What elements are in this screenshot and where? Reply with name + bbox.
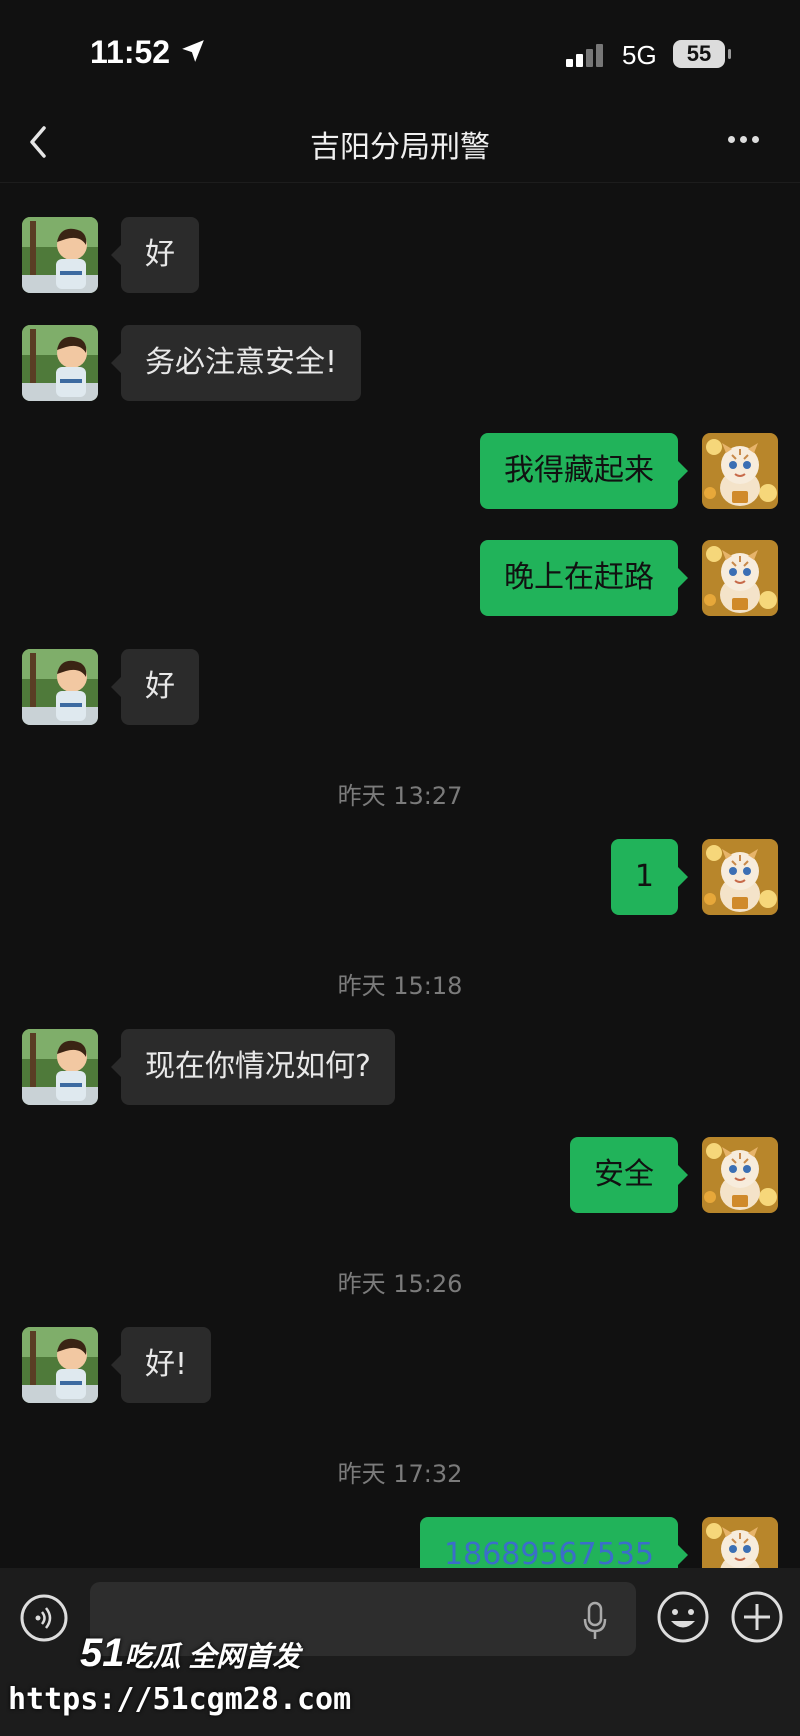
phone-number-link[interactable]: 18689567535 [444,1537,654,1568]
my-avatar[interactable] [702,433,778,509]
incoming-message[interactable]: 好 [111,649,199,725]
outgoing-message[interactable]: 我得藏起来 [480,433,688,509]
my-avatar[interactable] [702,839,778,915]
timestamp: 昨天 15:18 [337,972,463,1000]
outgoing-message[interactable]: 18689567535 [420,1517,688,1568]
signal-icon [566,44,606,67]
contact-avatar[interactable] [22,325,98,401]
microphone-icon[interactable] [582,1601,608,1641]
watermark-text: 吃瓜 全网首发 [124,1641,301,1672]
my-avatar[interactable] [702,540,778,616]
watermark-number: 51 [80,1631,125,1675]
contact-avatar[interactable] [22,649,98,725]
input-bar: 51吃瓜 全网首发 https://51cgm28.com [0,1568,800,1736]
my-avatar[interactable] [702,1137,778,1213]
incoming-message[interactable]: 好! [110,1327,212,1403]
outgoing-message[interactable]: 1 [610,839,689,915]
contact-avatar[interactable] [22,1327,98,1403]
timestamp: 昨天 13:27 [337,782,463,810]
voice-icon[interactable] [20,1594,68,1642]
outgoing-message[interactable]: 安全 [570,1137,688,1213]
incoming-message[interactable]: 务必注意安全! [110,325,362,401]
status-bar: 11:52 5G 55 [0,0,800,100]
chat-header: 吉阳分局刑警 [0,100,800,183]
status-time: 11:52 [90,34,171,70]
network-type: 5G [622,40,657,70]
watermark-url: https://51cgm28.com [8,1682,352,1717]
location-arrow-icon [182,40,204,62]
watermark-brand: 51吃瓜 全网首发 [80,1631,300,1676]
outgoing-message[interactable]: 晚上在赶路 [480,540,688,616]
contact-avatar[interactable] [22,217,98,293]
chat-title: 吉阳分局刑警 [310,130,490,165]
contact-avatar[interactable] [22,1029,98,1105]
chat-messages[interactable]: 好 务必注意安全! 我得藏起来 晚上在赶路 好 昨天 13:27 1 昨天 15… [0,183,800,1568]
incoming-message[interactable]: 现在你情况如何? [111,1029,395,1105]
my-avatar[interactable] [702,1517,778,1568]
timestamp: 昨天 15:26 [337,1270,463,1298]
emoji-icon[interactable] [656,1590,710,1644]
more-icon[interactable] [728,128,764,147]
battery-indicator: 55 [673,40,731,68]
timestamp: 昨天 17:32 [337,1460,463,1488]
incoming-message[interactable]: 好 [111,217,199,293]
plus-icon[interactable] [730,1590,784,1644]
